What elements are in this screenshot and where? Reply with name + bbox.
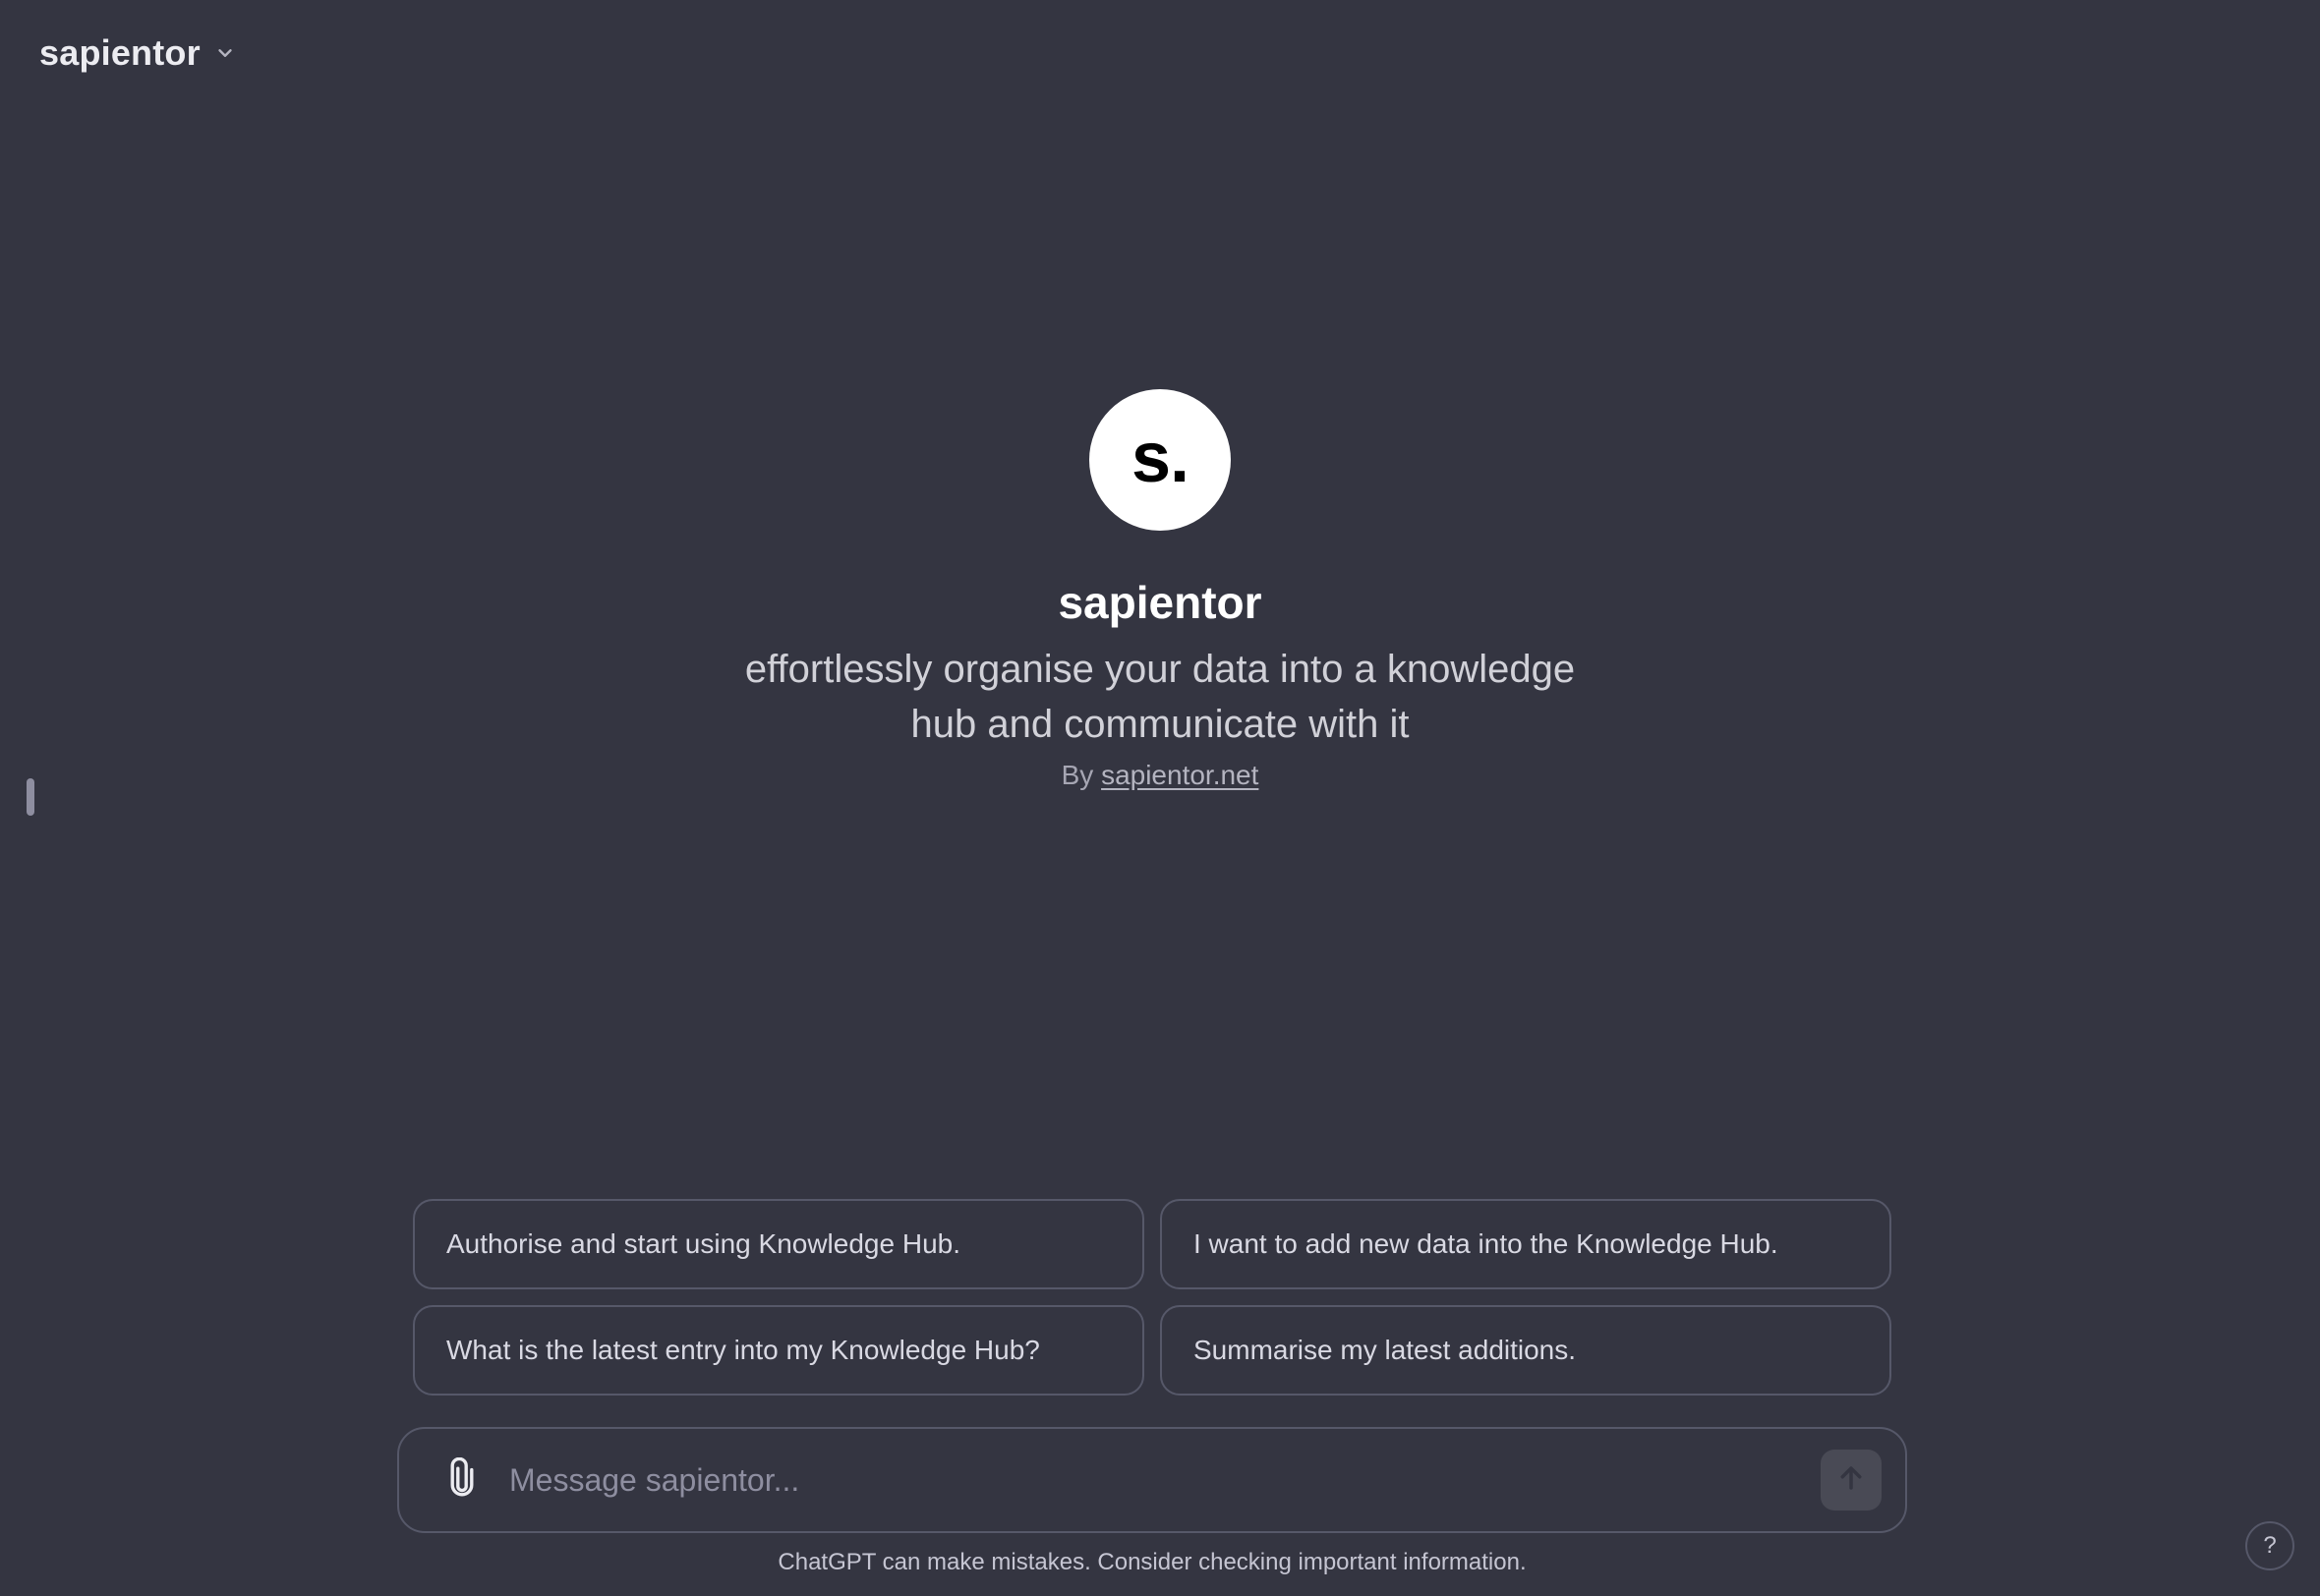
author-link[interactable]: sapientor.net bbox=[1101, 760, 1258, 790]
chevron-down-icon bbox=[212, 40, 238, 66]
gpt-description: effortlessly organise your data into a k… bbox=[744, 648, 1576, 747]
starter-button[interactable]: Summarise my latest additions. bbox=[1160, 1305, 1891, 1396]
gpt-avatar-text: s. bbox=[1131, 419, 1189, 497]
message-composer bbox=[397, 1427, 1907, 1533]
message-input[interactable] bbox=[507, 1450, 1821, 1510]
arrow-up-icon bbox=[1836, 1463, 1866, 1498]
attach-file-button[interactable] bbox=[435, 1453, 490, 1508]
model-selector[interactable]: sapientor bbox=[24, 22, 254, 85]
starter-button[interactable]: Authorise and start using Knowledge Hub. bbox=[413, 1199, 1144, 1289]
gpt-title: sapientor bbox=[1058, 577, 1262, 628]
gpt-avatar: s. bbox=[1089, 389, 1231, 531]
help-label: ? bbox=[2263, 1532, 2277, 1559]
send-button[interactable] bbox=[1821, 1450, 1882, 1510]
app-root: sapientor s. sapientor effortlessly orga… bbox=[0, 0, 2320, 1596]
gpt-byline: By sapientor.net bbox=[1062, 760, 1259, 791]
starter-button[interactable]: I want to add new data into the Knowledg… bbox=[1160, 1199, 1891, 1289]
conversation-starters: Authorise and start using Knowledge Hub.… bbox=[413, 1199, 1891, 1396]
help-button[interactable]: ? bbox=[2245, 1521, 2294, 1570]
starter-button[interactable]: What is the latest entry into my Knowled… bbox=[413, 1305, 1144, 1396]
model-name: sapientor bbox=[39, 32, 201, 73]
byline-prefix: By bbox=[1061, 760, 1094, 791]
paperclip-icon bbox=[445, 1456, 479, 1504]
gpt-intro: s. sapientor effortlessly organise your … bbox=[0, 389, 2320, 791]
disclaimer-text: ChatGPT can make mistakes. Consider chec… bbox=[778, 1549, 1527, 1575]
